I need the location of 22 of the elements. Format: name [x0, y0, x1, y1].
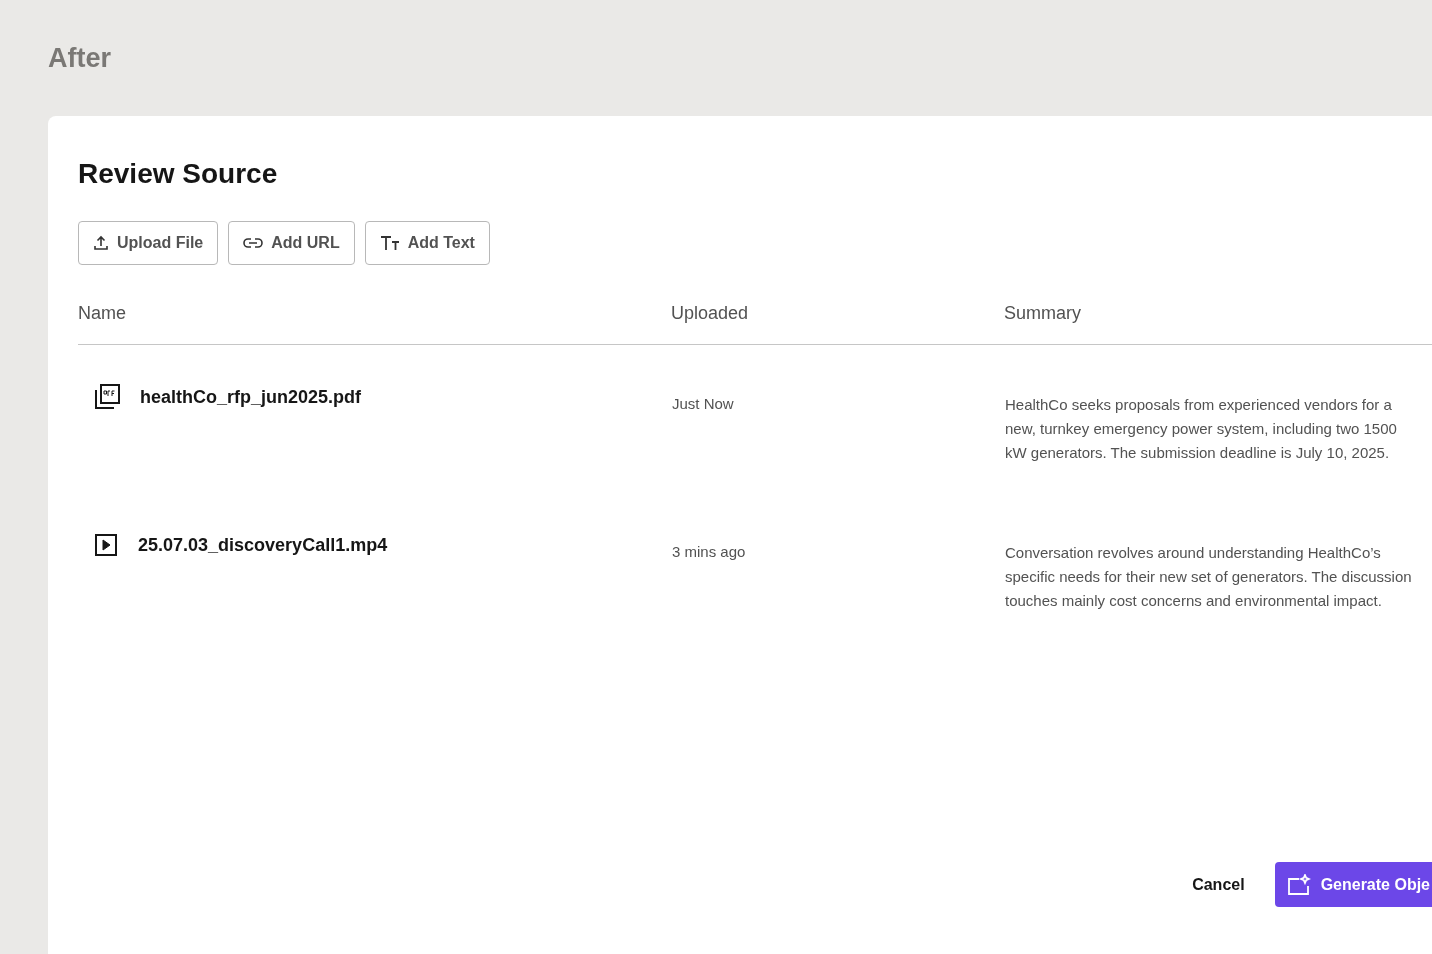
- source-button[interactable]: Add Text: [364, 221, 490, 265]
- play-icon: [94, 533, 118, 557]
- pdf-file-icon: [94, 384, 120, 410]
- file-name: healthCo_rfp_jun2025.pdf: [140, 385, 362, 409]
- text-size-icon: [379, 235, 400, 251]
- cancel-button[interactable]: Cancel: [1192, 872, 1245, 897]
- summary-text: Conversation revolves around understanding HealthCo’s specific needs for their new set of generators. The discussion touches mainly cost concerns and environmental impact.: [1004, 543, 1413, 611]
- link-icon: [243, 237, 264, 249]
- dialog-title: Review Source: [78, 157, 279, 191]
- sparkle-icon: [1286, 873, 1311, 896]
- generate-button[interactable]: Generate Obje: [1274, 862, 1432, 907]
- column-header: Summary: [1004, 302, 1082, 325]
- uploaded-time: Just Now: [671, 394, 735, 414]
- column-header: Name: [78, 302, 127, 325]
- summary-text: HealthCo seeks proposals from experienced vendors for a new, turnkey emergency power system, including two 1500 kW generators. The submission deadline is July 10, 2025.: [1004, 395, 1398, 463]
- file-name: 25.07.03_discoveryCall1.mp4: [138, 533, 388, 557]
- upload-icon: [93, 235, 109, 251]
- source-button[interactable]: Add URL: [228, 221, 355, 265]
- column-header: Uploaded: [671, 302, 750, 325]
- source-button[interactable]: Upload File: [78, 221, 219, 265]
- page-heading: After: [48, 42, 112, 74]
- uploaded-time: 3 mins ago: [671, 542, 747, 562]
